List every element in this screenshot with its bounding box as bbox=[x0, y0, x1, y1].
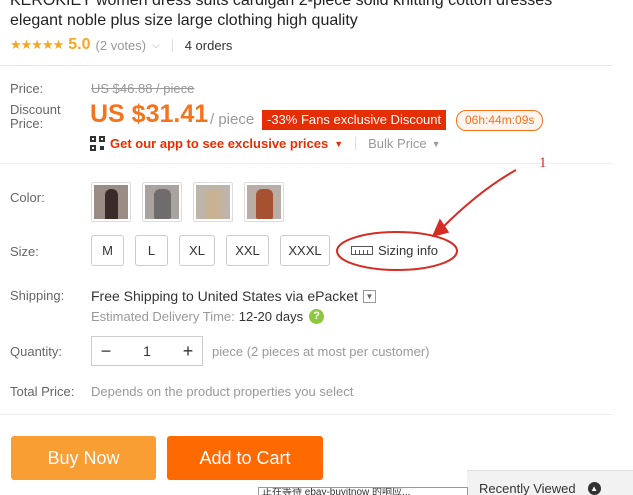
quantity-note: piece (2 pieces at most per customer) bbox=[212, 344, 430, 359]
delivery-time: Estimated Delivery Time: 12-20 days ? bbox=[91, 309, 325, 324]
orders-count: 4 orders bbox=[184, 37, 233, 53]
rating-value: 5.0 bbox=[68, 36, 91, 53]
rating-row: ★★★★★ 5.0 (2 votes) ⌵ 4 orders bbox=[10, 36, 232, 54]
size-label: Size: bbox=[10, 244, 39, 259]
votes-link[interactable]: (2 votes) bbox=[96, 38, 147, 53]
product-title: KEROKIEY women dress suits cardigan 2-pi… bbox=[10, 0, 630, 29]
app-price-row: Get our app to see exclusive prices ▼ Bu… bbox=[90, 136, 441, 151]
chevron-down-icon[interactable]: ▼ bbox=[362, 289, 376, 303]
discount-price: US $31.41 bbox=[90, 100, 209, 128]
chevron-up-icon[interactable]: ▲ bbox=[587, 482, 601, 495]
quantity-input[interactable]: 1 bbox=[120, 343, 174, 359]
app-exclusive-link[interactable]: Get our app to see exclusive prices bbox=[110, 136, 328, 151]
annotation-number: 1 bbox=[539, 155, 547, 171]
chevron-down-icon[interactable]: ⌵ bbox=[152, 40, 160, 51]
recently-viewed-label: Recently Viewed bbox=[479, 481, 576, 495]
shipping-method: Free Shipping to United States via ePack… bbox=[91, 288, 376, 304]
help-icon[interactable]: ? bbox=[309, 309, 325, 324]
divider bbox=[171, 38, 173, 52]
color-swatches bbox=[91, 182, 284, 222]
qr-code-icon bbox=[90, 136, 105, 151]
recently-viewed-tab[interactable]: Recently Viewed ▲ bbox=[467, 470, 633, 495]
ruler-icon bbox=[351, 246, 373, 255]
divider bbox=[355, 137, 357, 150]
size-option-m[interactable]: M bbox=[91, 235, 124, 266]
divider bbox=[0, 163, 612, 164]
size-option-l[interactable]: L bbox=[135, 235, 168, 266]
quantity-increase-button[interactable]: + bbox=[174, 337, 202, 365]
total-price-label: Total Price: bbox=[10, 384, 75, 399]
product-title-line-1: KEROKIEY women dress suits cardigan 2-pi… bbox=[10, 0, 553, 9]
delivery-days: 12-20 days bbox=[238, 309, 304, 324]
delivery-time-label: Estimated Delivery Time: bbox=[91, 309, 235, 324]
sizing-info-label: Sizing info bbox=[378, 243, 438, 258]
countdown-timer: 06h:44m:09s bbox=[456, 110, 544, 131]
original-price: US $46.88 / piece bbox=[91, 81, 195, 96]
quantity-label: Quantity: bbox=[10, 344, 63, 359]
product-title-line-2: elegant noble plus size large clothing h… bbox=[10, 12, 358, 29]
per-piece-unit: / piece bbox=[210, 111, 255, 128]
divider bbox=[0, 414, 612, 415]
shipping-label: Shipping: bbox=[10, 288, 65, 303]
add-to-cart-button[interactable]: Add to Cart bbox=[167, 436, 323, 480]
total-price-note: Depends on the product properties you se… bbox=[91, 384, 354, 399]
annotation-arrow-shaft bbox=[441, 169, 517, 229]
size-option-xl[interactable]: XL bbox=[179, 235, 215, 266]
color-swatch-3[interactable] bbox=[193, 182, 233, 222]
annotation-arrow-head bbox=[431, 218, 450, 238]
browser-status-tooltip: 正在等待 ebay-buyitnow 的响应... bbox=[258, 487, 468, 495]
quantity-stepper: − 1 + bbox=[91, 336, 203, 366]
caret-down-icon[interactable]: ▼ bbox=[432, 139, 441, 149]
sizing-info-link[interactable]: Sizing info bbox=[351, 243, 438, 258]
discount-label-line-1: Discount bbox=[10, 102, 61, 117]
caret-down-icon[interactable]: ▼ bbox=[334, 139, 343, 149]
color-swatch-1[interactable] bbox=[91, 182, 131, 222]
color-label: Color: bbox=[10, 190, 45, 205]
shipping-method-text: Free Shipping to United States via ePack… bbox=[91, 288, 358, 304]
quantity-decrease-button[interactable]: − bbox=[92, 337, 120, 365]
color-swatch-2[interactable] bbox=[142, 182, 182, 222]
discount-price-label: Discount Price: bbox=[10, 103, 61, 131]
size-option-xxxl[interactable]: XXXL bbox=[280, 235, 330, 266]
color-swatch-4[interactable] bbox=[244, 182, 284, 222]
discount-label-line-2: Price: bbox=[10, 116, 44, 131]
rating-stars-icon: ★★★★★ bbox=[10, 37, 64, 52]
size-option-xxl[interactable]: XXL bbox=[226, 235, 269, 266]
size-options: M L XL XXL XXXL Sizing info bbox=[91, 235, 438, 266]
bulk-price-link[interactable]: Bulk Price bbox=[368, 136, 427, 151]
buy-now-button[interactable]: Buy Now bbox=[11, 436, 156, 480]
promo-badge: -33% Fans exclusive Discount bbox=[262, 110, 447, 130]
price-label: Price: bbox=[10, 81, 44, 96]
